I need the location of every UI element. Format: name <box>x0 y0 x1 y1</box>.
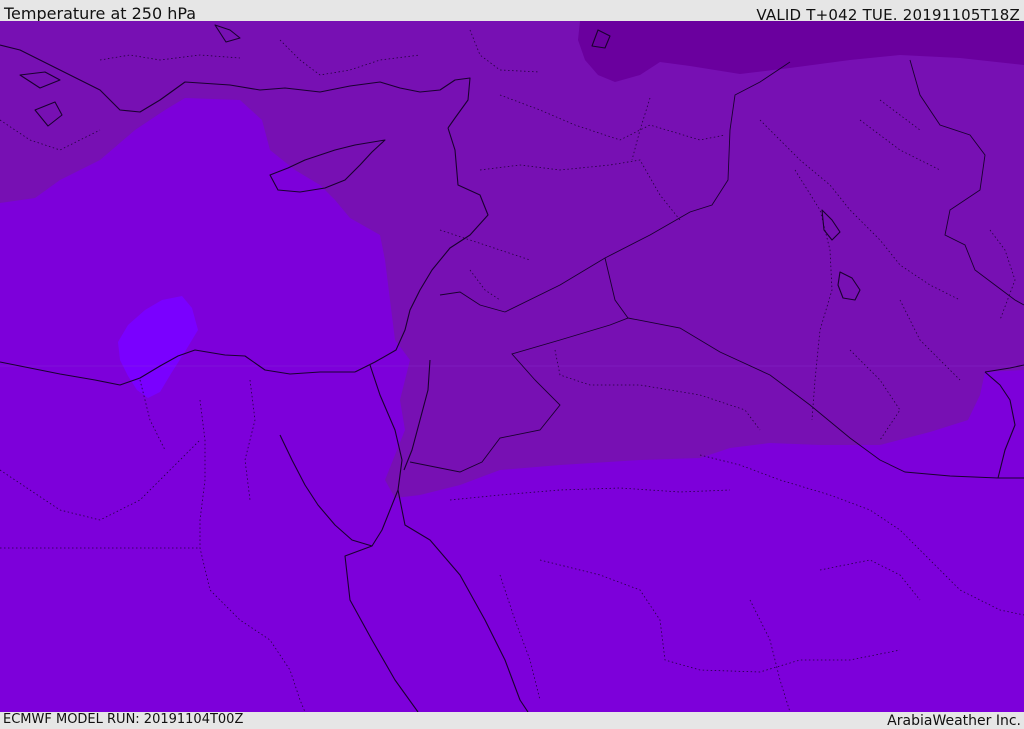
temperature-map[interactable] <box>0 21 1024 712</box>
credit-label: ArabiaWeather Inc. <box>887 713 1021 729</box>
header-bar: Temperature at 250 hPa VALID T+042 TUE. … <box>0 0 1024 24</box>
footer-bar: ECMWF MODEL RUN: 20191104T00Z ArabiaWeat… <box>0 712 1024 729</box>
model-run-label: ECMWF MODEL RUN: 20191104T00Z <box>3 712 244 727</box>
